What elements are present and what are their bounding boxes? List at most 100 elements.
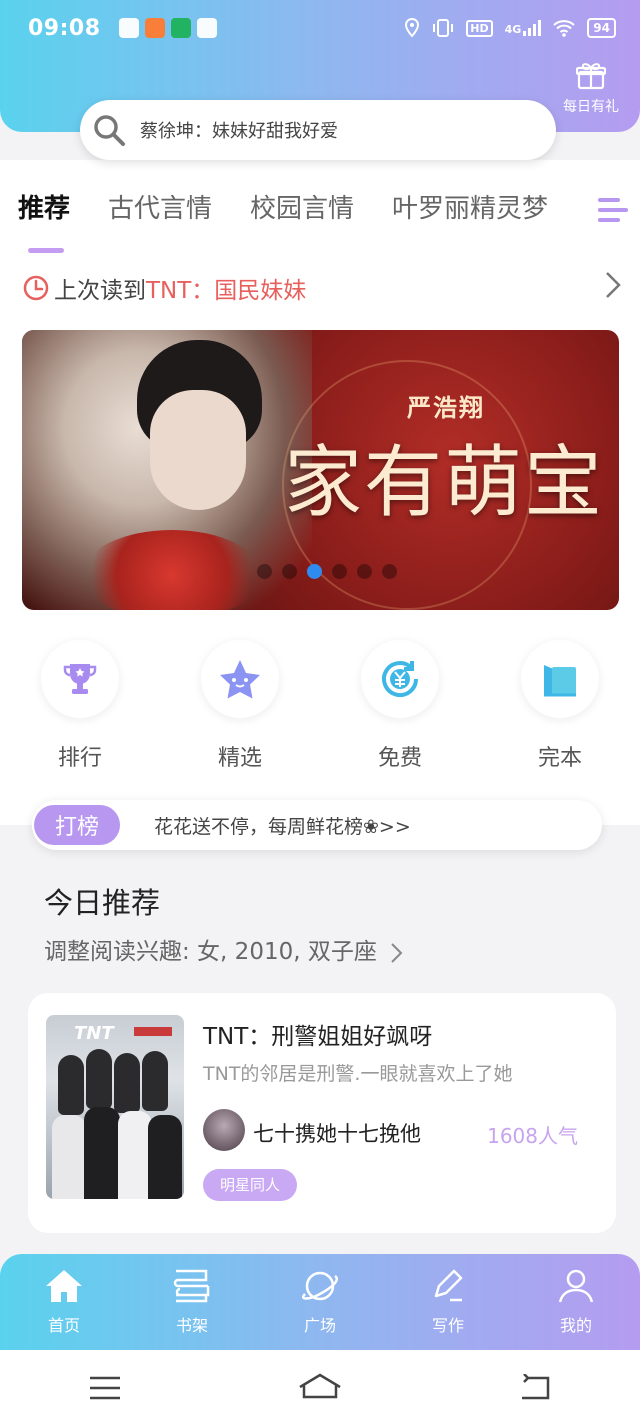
music-app-icon bbox=[118, 18, 139, 38]
pen-icon bbox=[434, 1269, 463, 1302]
tab-write-label: 写作 bbox=[431, 1316, 464, 1335]
book-cover: TNT bbox=[46, 1015, 184, 1199]
active-tab-indicator bbox=[28, 248, 64, 253]
status-app-icons bbox=[118, 18, 217, 38]
cover-person bbox=[118, 1111, 152, 1199]
quick-links: 排行 精选 免费 完本 bbox=[0, 640, 640, 780]
cover-person bbox=[84, 1107, 120, 1199]
profile-icon bbox=[558, 1269, 594, 1303]
banner-pagination bbox=[257, 564, 397, 579]
tab-yeloli[interactable]: 叶罗丽精灵梦 bbox=[392, 188, 548, 225]
cover-person bbox=[58, 1055, 84, 1115]
tab-bookshelf[interactable]: 书架 bbox=[128, 1254, 256, 1350]
promo-tag: 打榜 bbox=[34, 805, 120, 845]
last-read-book: TNT：国民妹妹 bbox=[146, 278, 307, 304]
quick-free-label: 免费 bbox=[377, 746, 422, 771]
trophy-icon bbox=[41, 640, 119, 718]
last-read-prefix: 上次读到 bbox=[54, 278, 146, 304]
gift-icon bbox=[575, 63, 607, 90]
back-nav-icon[interactable] bbox=[518, 1373, 552, 1402]
featured-banner[interactable]: 严浩翔 家有萌宝 bbox=[22, 330, 619, 610]
quick-free[interactable]: 免费 bbox=[320, 640, 480, 780]
network-label: 4G bbox=[505, 20, 542, 36]
banner-dot[interactable] bbox=[332, 564, 347, 579]
search-placeholder: 蔡徐坤：妹妹好甜我好爱 bbox=[140, 121, 338, 142]
section-title: 今日推荐 bbox=[44, 886, 161, 920]
banner-flower bbox=[82, 530, 262, 610]
cover-person bbox=[86, 1049, 112, 1109]
chevron-right-icon bbox=[391, 942, 403, 963]
wifi-icon bbox=[553, 20, 575, 37]
tab-home-label: 首页 bbox=[47, 1316, 80, 1335]
quick-featured-label: 精选 bbox=[217, 746, 262, 771]
status-time: 09:08 bbox=[28, 15, 101, 41]
book-icon bbox=[521, 640, 599, 718]
tab-home[interactable]: 首页 bbox=[0, 1254, 128, 1350]
tab-profile[interactable]: 我的 bbox=[512, 1254, 640, 1350]
location-icon bbox=[405, 18, 420, 38]
cover-person bbox=[114, 1053, 140, 1113]
book-card[interactable]: TNT TNT：刑警姐姐好飒呀 TNT的邻居是刑警.一眼就喜欢上了她 七十携她十… bbox=[28, 993, 616, 1233]
tab-square[interactable]: 广场 bbox=[256, 1254, 384, 1350]
banner-face bbox=[150, 390, 246, 510]
interest-text: 调整阅读兴趣: 女, 2010, 双子座 bbox=[44, 939, 377, 965]
tab-ancient-romance[interactable]: 古代言情 bbox=[108, 188, 212, 225]
home-nav-icon[interactable] bbox=[298, 1373, 342, 1403]
cover-person bbox=[142, 1051, 168, 1111]
vibrate-icon bbox=[433, 19, 454, 37]
book-description: TNT的邻居是刑警.一眼就喜欢上了她 bbox=[203, 1063, 513, 1085]
banner-title: 家有萌宝 bbox=[284, 438, 605, 528]
search-input[interactable]: 蔡徐坤：妹妹好甜我好爱 bbox=[80, 100, 556, 160]
banner-dot[interactable] bbox=[357, 564, 372, 579]
clock-icon bbox=[23, 275, 49, 301]
planet-icon bbox=[302, 1271, 338, 1301]
banner-dot[interactable] bbox=[282, 564, 297, 579]
quick-completed[interactable]: 完本 bbox=[480, 640, 640, 780]
book-title: TNT：刑警姐姐好飒呀 bbox=[203, 1024, 433, 1050]
quick-ranking[interactable]: 排行 bbox=[0, 640, 160, 780]
tab-bookshelf-label: 书架 bbox=[175, 1316, 208, 1335]
tab-write[interactable]: 写作 bbox=[384, 1254, 512, 1350]
status-bar: 09:08 HD 4G 94 bbox=[0, 0, 640, 56]
tab-campus-romance[interactable]: 校园言情 bbox=[250, 188, 354, 225]
quick-completed-label: 完本 bbox=[537, 746, 582, 771]
system-navigation-bar bbox=[0, 1350, 640, 1425]
chevron-right-icon bbox=[604, 270, 622, 307]
video-app-icon bbox=[170, 18, 191, 38]
banner-dot[interactable] bbox=[307, 564, 322, 579]
menu-nav-icon[interactable] bbox=[88, 1374, 122, 1402]
battery-indicator: 94 bbox=[587, 18, 616, 38]
tab-recommend[interactable]: 推荐 bbox=[18, 188, 70, 225]
tab-profile-label: 我的 bbox=[559, 1316, 592, 1335]
hd-badge: HD bbox=[466, 19, 493, 37]
home-icon bbox=[46, 1270, 82, 1302]
daily-gift-label: 每日有礼 bbox=[563, 99, 619, 115]
category-tabs: 推荐 古代言情 校园言情 叶罗丽精灵梦 bbox=[0, 188, 640, 248]
menu-icon bbox=[598, 198, 628, 222]
banner-dot[interactable] bbox=[382, 564, 397, 579]
cover-band bbox=[134, 1027, 172, 1036]
signal-icon bbox=[523, 20, 542, 36]
leaderboard-promo[interactable]: 打榜 花花送不停，每周鲜花榜❀>> bbox=[32, 800, 602, 850]
quick-featured[interactable]: 精选 bbox=[160, 640, 320, 780]
quick-ranking-label: 排行 bbox=[57, 746, 102, 771]
banner-dot[interactable] bbox=[257, 564, 272, 579]
bookshelf-icon bbox=[173, 1269, 210, 1303]
last-read-row[interactable]: 上次读到 TNT：国民妹妹 bbox=[22, 268, 622, 308]
banner-subtitle: 严浩翔 bbox=[407, 393, 485, 422]
star-icon bbox=[201, 640, 279, 718]
tab-square-label: 广场 bbox=[303, 1316, 336, 1335]
yen-icon bbox=[361, 640, 439, 718]
cover-person bbox=[148, 1115, 182, 1199]
search-icon bbox=[94, 115, 125, 146]
interest-settings-link[interactable]: 调整阅读兴趣: 女, 2010, 双子座 bbox=[44, 932, 404, 966]
category-menu-button[interactable] bbox=[588, 192, 634, 232]
author-avatar bbox=[203, 1109, 245, 1151]
shopping-app-icon bbox=[144, 18, 165, 38]
genre-tag[interactable]: 明星同人 bbox=[203, 1169, 298, 1201]
cover-logo: TNT bbox=[74, 1023, 114, 1044]
cover-person bbox=[52, 1115, 86, 1199]
bottom-tab-bar: 首页 书架 广场 写作 我的 bbox=[0, 1254, 640, 1350]
daily-gift-button[interactable]: 每日有礼 bbox=[556, 62, 626, 116]
popularity-count: 1608人气 bbox=[487, 1124, 578, 1148]
